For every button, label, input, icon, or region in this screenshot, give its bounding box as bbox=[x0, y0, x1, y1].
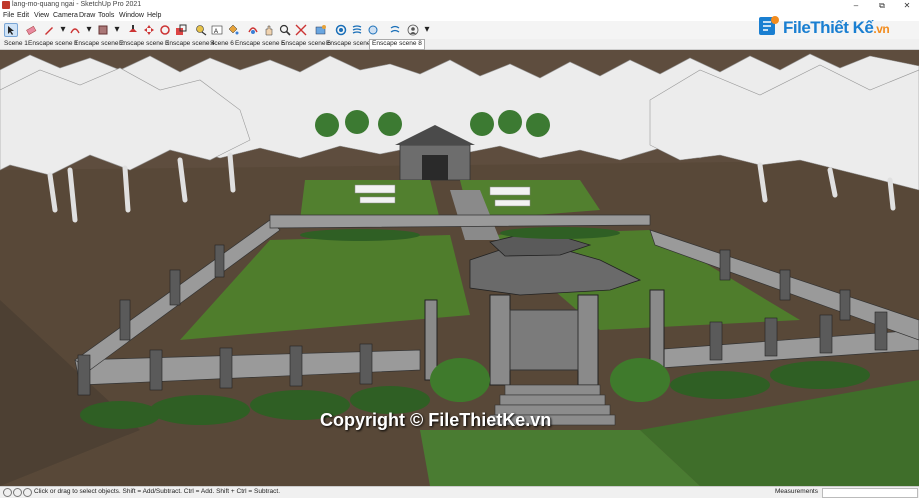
menu-file[interactable]: File bbox=[3, 12, 14, 19]
window-title: lang-mo-quang ngai - SketchUp Pro 2021 bbox=[12, 1, 142, 8]
account-icon[interactable] bbox=[406, 23, 420, 37]
menu-tools[interactable]: Tools bbox=[98, 12, 114, 19]
measurements-label: Measurements bbox=[775, 488, 818, 495]
section-plane-icon[interactable] bbox=[314, 23, 328, 37]
menu-view[interactable]: View bbox=[34, 12, 49, 19]
copyright-watermark: Copyright © FileThietKe.vn bbox=[320, 410, 552, 430]
sketchup-app-icon bbox=[2, 1, 10, 9]
enscape-settings-icon[interactable] bbox=[366, 23, 380, 37]
scene-tabs: Scene 1 Enscape scene 1 Enscape scene 2 … bbox=[0, 39, 919, 50]
logo-text: FileThiết Kế.vn bbox=[783, 18, 890, 38]
select-arrow-icon[interactable] bbox=[4, 23, 18, 37]
pencil-line-icon[interactable] bbox=[42, 23, 56, 37]
rectangle-shape-icon[interactable] bbox=[96, 23, 110, 37]
arc-icon[interactable] bbox=[68, 23, 82, 37]
help-info-icon[interactable] bbox=[23, 488, 32, 497]
menu-edit[interactable]: Edit bbox=[17, 12, 29, 19]
move-icon[interactable] bbox=[142, 23, 156, 37]
account-dropdown-arrow-icon[interactable]: ▾ bbox=[420, 23, 434, 37]
status-bar: Click or drag to select objects. Shift =… bbox=[0, 486, 919, 498]
title-bar: lang-mo-quang ngai - SketchUp Pro 2021 –… bbox=[0, 0, 919, 11]
enscape-render-icon[interactable] bbox=[350, 23, 364, 37]
scale-icon[interactable] bbox=[174, 23, 188, 37]
close-button[interactable]: ✕ bbox=[896, 0, 918, 11]
zoom-extents-icon[interactable] bbox=[294, 23, 308, 37]
menu-draw[interactable]: Draw bbox=[79, 12, 95, 19]
orbit-icon[interactable] bbox=[246, 23, 260, 37]
dropdown-arrow-icon[interactable]: ▾ bbox=[82, 23, 96, 37]
pan-icon[interactable] bbox=[262, 23, 276, 37]
restore-button[interactable]: ⧉ bbox=[871, 0, 893, 11]
enscape-sync-icon[interactable] bbox=[388, 23, 402, 37]
filethietke-logo: FileThiết Kế.vn bbox=[757, 14, 917, 40]
logo-mark-icon bbox=[759, 16, 779, 35]
menu-camera[interactable]: Camera bbox=[53, 12, 78, 19]
menu-window[interactable]: Window bbox=[119, 12, 144, 19]
styles-icon[interactable] bbox=[334, 23, 348, 37]
credits-icon[interactable] bbox=[13, 488, 22, 497]
minimize-button[interactable]: – bbox=[845, 0, 867, 11]
push-pull-icon[interactable] bbox=[126, 23, 140, 37]
geolocation-icon[interactable] bbox=[3, 488, 12, 497]
eraser-icon[interactable] bbox=[24, 23, 38, 37]
menu-help[interactable]: Help bbox=[147, 12, 161, 19]
tab-scene-6[interactable]: Scene 6 bbox=[208, 40, 236, 47]
tape-measure-icon[interactable] bbox=[194, 23, 208, 37]
logo-thietke-text: Thiết Kế bbox=[810, 18, 874, 37]
status-message: Click or drag to select objects. Shift =… bbox=[34, 488, 281, 495]
logo-tld-text: .vn bbox=[873, 22, 890, 36]
zoom-icon[interactable] bbox=[278, 23, 292, 37]
logo-file-text: File bbox=[783, 18, 811, 37]
svg-text:A: A bbox=[214, 29, 218, 35]
dropdown-arrow-icon[interactable]: ▾ bbox=[110, 23, 124, 37]
paint-bucket-icon[interactable] bbox=[226, 23, 240, 37]
rotate-icon[interactable] bbox=[158, 23, 172, 37]
tab-enscape-scene-8[interactable]: Enscape scene 8 bbox=[369, 39, 425, 50]
dimension-text-icon[interactable]: A bbox=[210, 23, 224, 37]
